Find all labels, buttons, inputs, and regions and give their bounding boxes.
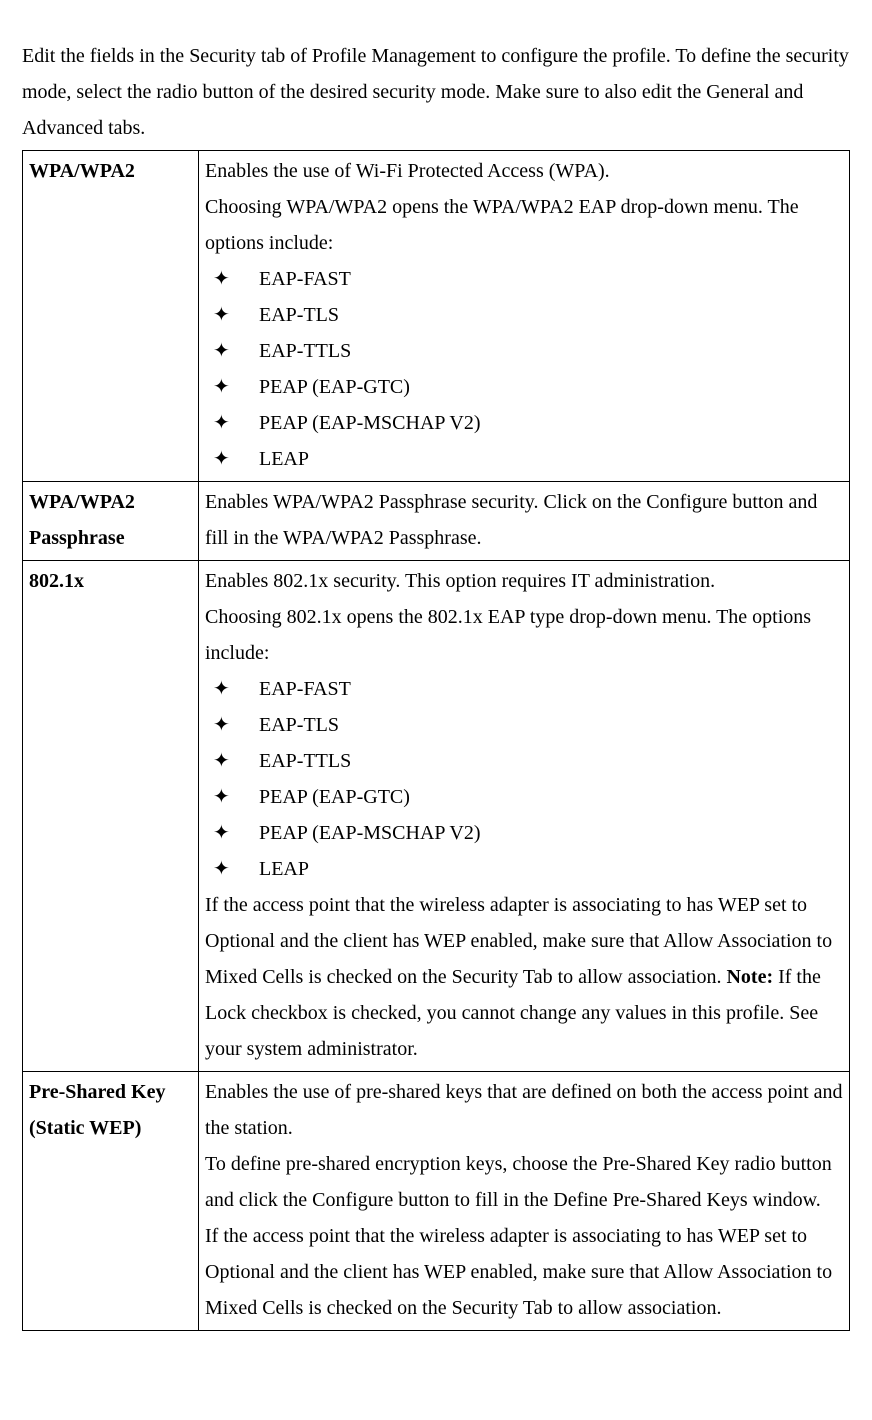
desc-psk: Enables the use of pre-shared keys that …	[199, 1072, 850, 1331]
table-row: WPA/WPA2 Enables the use of Wi-Fi Protec…	[23, 151, 850, 482]
list-item: EAP-TLS	[205, 297, 843, 333]
list-item: EAP-TTLS	[205, 333, 843, 369]
table-row: 802.1x Enables 802.1x security. This opt…	[23, 561, 850, 1072]
psk-p3: If the access point that the wireless ad…	[205, 1218, 843, 1326]
list-item: EAP-TLS	[205, 707, 843, 743]
psk-p2: To define pre-shared encryption keys, ch…	[205, 1146, 843, 1218]
list-item: LEAP	[205, 441, 843, 477]
term-passphrase: WPA/WPA2 Passphrase	[23, 482, 199, 561]
dot1x-p1: Enables 802.1x security. This option req…	[205, 563, 843, 599]
list-item: LEAP	[205, 851, 843, 887]
term-psk: Pre-Shared Key (Static WEP)	[23, 1072, 199, 1331]
wpa-options-list: EAP-FAST EAP-TLS EAP-TTLS PEAP (EAP-GTC)…	[205, 261, 843, 477]
list-item: PEAP (EAP-MSCHAP V2)	[205, 405, 843, 441]
list-item: EAP-TTLS	[205, 743, 843, 779]
psk-p1: Enables the use of pre-shared keys that …	[205, 1074, 843, 1146]
term-wpa: WPA/WPA2	[23, 151, 199, 482]
list-item: PEAP (EAP-GTC)	[205, 369, 843, 405]
list-item: PEAP (EAP-GTC)	[205, 779, 843, 815]
intro-paragraph: Edit the fields in the Security tab of P…	[22, 38, 850, 146]
note-label: Note:	[726, 966, 773, 988]
passphrase-p1: Enables WPA/WPA2 Passphrase security. Cl…	[205, 484, 843, 556]
list-item: PEAP (EAP-MSCHAP V2)	[205, 815, 843, 851]
table-row: Pre-Shared Key (Static WEP) Enables the …	[23, 1072, 850, 1331]
wpa-p1: Enables the use of Wi-Fi Protected Acces…	[205, 153, 843, 189]
desc-dot1x: Enables 802.1x security. This option req…	[199, 561, 850, 1072]
table-row: WPA/WPA2 Passphrase Enables WPA/WPA2 Pas…	[23, 482, 850, 561]
list-item: EAP-FAST	[205, 261, 843, 297]
wpa-p2: Choosing WPA/WPA2 opens the WPA/WPA2 EAP…	[205, 189, 843, 261]
term-dot1x: 802.1x	[23, 561, 199, 1072]
security-modes-table: WPA/WPA2 Enables the use of Wi-Fi Protec…	[22, 150, 850, 1331]
dot1x-p3: If the access point that the wireless ad…	[205, 887, 843, 1067]
dot1x-options-list: EAP-FAST EAP-TLS EAP-TTLS PEAP (EAP-GTC)…	[205, 671, 843, 887]
desc-passphrase: Enables WPA/WPA2 Passphrase security. Cl…	[199, 482, 850, 561]
list-item: EAP-FAST	[205, 671, 843, 707]
desc-wpa: Enables the use of Wi-Fi Protected Acces…	[199, 151, 850, 482]
dot1x-p2: Choosing 802.1x opens the 802.1x EAP typ…	[205, 599, 843, 671]
